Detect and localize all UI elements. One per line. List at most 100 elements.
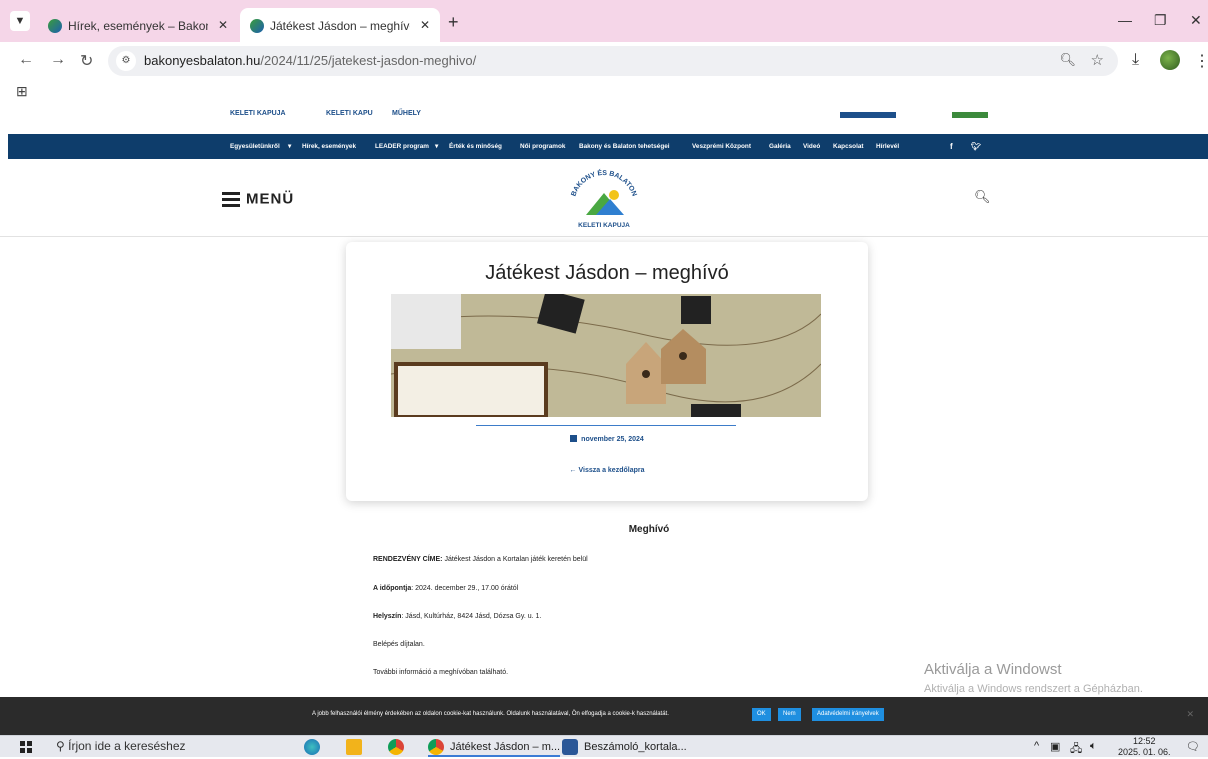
more-menu-icon[interactable]: ⋮ [1194, 51, 1208, 71]
url-path: /2024/11/25/jatekest-jasdon-meghivo/ [260, 53, 477, 68]
file-explorer-icon[interactable] [346, 739, 362, 755]
browser-tab-news[interactable]: Hírek, események – Bakony és E ✕ [38, 8, 238, 42]
tray-app-icon[interactable]: ▣ [1050, 740, 1060, 753]
windows-activation-subtitle: Aktiválja a Windows rendszert a Gépházba… [924, 683, 1143, 695]
forward-arrow-icon[interactable]: → [50, 51, 66, 69]
back-arrow-icon[interactable]: ← [18, 51, 34, 69]
partner-logo [952, 112, 988, 118]
content-paragraph: További információ a meghívóban találhat… [373, 669, 508, 676]
close-icon[interactable]: ✕ [1186, 709, 1194, 720]
nav-item-kapcsolat[interactable]: Kapcsolat [833, 134, 864, 159]
chevron-down-icon: ▾ [288, 143, 292, 150]
address-bar[interactable]: ⚙ bakonyesbalaton.hu/2024/11/25/jatekest… [108, 46, 1118, 76]
facebook-icon[interactable]: f [950, 134, 953, 159]
post-card: Játékest Jásdon – meghívó november 25, 2… [346, 242, 868, 501]
windows-activation-title: Aktiválja a Windowst [924, 661, 1062, 678]
tab-search-chevron-icon[interactable]: ▼ [10, 11, 30, 31]
task-label: Beszámoló_kortala... [584, 741, 687, 753]
browser-tab-current[interactable]: Játékest Jásdon – meghívó – Ba ✕ [240, 8, 440, 42]
volume-icon[interactable]: 🔈︎ [1090, 740, 1097, 753]
partner-logo-text: MŰHELY [392, 110, 421, 117]
privacy-policy-button[interactable]: Adatvédelmi irányelvek [812, 708, 884, 721]
content-paragraph: Helyszín: Jásd, Kultúrház, 8424 Jásd, Dó… [373, 613, 541, 620]
paragraph-label: Helyszín [373, 613, 402, 620]
notification-icon[interactable]: 🗨︎ [1186, 740, 1200, 753]
search-icon: ⚲ [56, 739, 69, 753]
taskbar-search[interactable]: ⚲ Írjon ide a kereséshez [56, 739, 186, 753]
cookie-ok-button[interactable]: OK [752, 708, 771, 721]
paragraph-text: Játékest Jásdon a Kortalan játék keretén… [442, 556, 588, 563]
network-icon[interactable]: 🖧 [1070, 740, 1082, 759]
taskbar-task-word[interactable]: Beszámoló_kortala... [562, 737, 687, 757]
nav-item-tehetsegei[interactable]: Bakony és Balaton tehetségei [579, 134, 670, 159]
site-header: MENÜ BAKONY ÉS BALATON KELETI KAPUJA 🔍︎ [0, 159, 1208, 237]
tray-chevron-up-icon[interactable]: ^ [1034, 740, 1039, 752]
apps-grid-icon[interactable]: ⊞ [16, 83, 28, 100]
clock-date: 2025. 01. 06. [1118, 747, 1171, 757]
browser-tab-strip: ▼ Hírek, események – Bakony és E ✕ Játék… [0, 0, 1208, 42]
url-host: bakonyesbalaton.hu [144, 53, 261, 68]
site-info-icon[interactable]: ⚙ [116, 51, 136, 71]
windows-start-icon[interactable] [20, 741, 32, 753]
site-logo[interactable]: BAKONY ÉS BALATON KELETI KAPUJA [564, 165, 644, 231]
partner-logo-strip: KELETI KAPUJA KELETI KAPU MŰHELY [0, 106, 1208, 132]
bookmark-star-icon[interactable]: ☆ [1091, 51, 1104, 69]
close-tab-icon[interactable]: ✕ [420, 8, 430, 42]
back-to-home-link[interactable]: ← Vissza a kezdőlapra [346, 467, 868, 474]
profile-avatar[interactable] [1160, 50, 1180, 70]
divider [476, 425, 736, 426]
post-featured-image [391, 294, 821, 417]
top-navigation: Egyesületünkről ▾ Hírek, események LEADE… [8, 134, 1208, 159]
cookie-decline-button[interactable]: Nem [778, 708, 801, 721]
nav-item-egyesulet[interactable]: Egyesületünkről [230, 134, 280, 159]
paragraph-label: A időpontja [373, 585, 412, 592]
minimize-icon[interactable]: — [1118, 12, 1132, 28]
nav-item-hirlevel[interactable]: Hírlevél [876, 134, 899, 159]
chrome-icon[interactable] [388, 739, 404, 755]
new-tab-button[interactable]: + [448, 12, 459, 33]
reload-icon[interactable]: ↻ [80, 51, 93, 71]
taskbar-clock[interactable]: 12:52 2025. 01. 06. [1118, 736, 1171, 758]
download-icon[interactable]: ⤓ [1132, 51, 1139, 69]
logo-bottom-text: KELETI KAPUJA [578, 222, 630, 229]
clock-time: 12:52 [1133, 736, 1156, 746]
chrome-icon [428, 739, 444, 755]
cookie-message: A jobb felhasználói élmény érdekében az … [312, 711, 669, 717]
paragraph-text: : 2024. december 29., 17.00 órától [411, 585, 519, 592]
taskbar-task-browser[interactable]: Játékest Jásdon – m... [428, 737, 561, 757]
edge-icon[interactable] [304, 739, 320, 755]
web-page: KELETI KAPUJA KELETI KAPU MŰHELY Egyesül… [0, 106, 1208, 697]
calendar-icon [570, 435, 578, 442]
post-date: november 25, 2024 [346, 435, 868, 443]
twitter-icon[interactable]: 🐦︎ [971, 134, 981, 159]
paragraph-label: RENDEZVÉNY CÍME: [373, 556, 443, 563]
hamburger-icon [222, 189, 240, 210]
nav-item-veszprem[interactable]: Veszprémi Központ [692, 134, 751, 159]
taskbar-search-placeholder: Írjon ide a kereséshez [68, 739, 186, 753]
menu-button[interactable]: MENÜ [222, 189, 294, 210]
post-title: Játékest Jásdon – meghívó [485, 262, 729, 284]
browser-toolbar: ← → ↻ ⚙ bakonyesbalaton.hu/2024/11/25/ja… [0, 42, 1208, 80]
cookie-banner: A jobb felhasználói élmény érdekében az … [0, 697, 1208, 735]
tab-title: Hírek, események – Bakony és E [68, 18, 208, 33]
content-heading: Meghívó [628, 524, 670, 535]
zoom-icon[interactable]: 🔍︎ [1059, 52, 1076, 68]
logo-top-text: BAKONY ÉS BALATON [570, 168, 637, 197]
nav-item-noi[interactable]: Női programok [520, 134, 565, 159]
close-tab-icon[interactable]: ✕ [218, 8, 228, 42]
nav-item-hirek[interactable]: Hírek, események [302, 134, 356, 159]
restore-icon[interactable]: ❐ [1154, 12, 1167, 29]
nav-item-leader[interactable]: LEADER program [375, 134, 429, 159]
task-label: Játékest Jásdon – m... [450, 741, 561, 753]
svg-text:BAKONY ÉS BALATON: BAKONY ÉS BALATON [570, 168, 637, 197]
search-icon[interactable]: 🔍︎ [974, 189, 991, 205]
nav-item-video[interactable]: Videó [803, 134, 820, 159]
post-date-text: november 25, 2024 [581, 436, 644, 443]
close-window-icon[interactable]: ✕ [1190, 12, 1202, 29]
nav-item-galeria[interactable]: Galéria [769, 134, 791, 159]
post-content: Meghívó RENDEZVÉNY CÍME: Játékest Jásdon… [360, 524, 900, 676]
partner-logo [840, 112, 896, 118]
site-favicon-icon [48, 18, 62, 33]
nav-item-ertek[interactable]: Érték és minőség [449, 134, 502, 159]
bookmarks-bar: ⊞ [0, 80, 1208, 106]
